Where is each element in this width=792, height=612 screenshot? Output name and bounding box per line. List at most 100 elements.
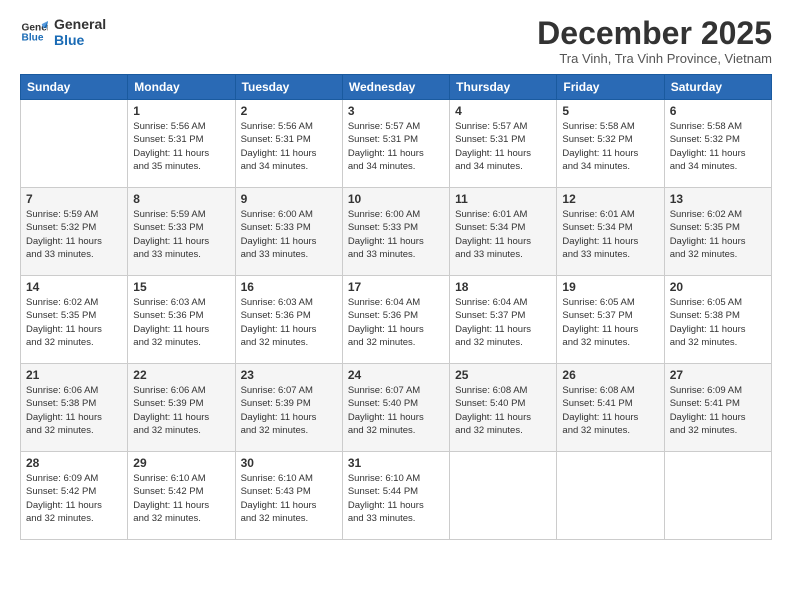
- day-number: 13: [670, 192, 766, 206]
- calendar-cell: [450, 452, 557, 540]
- day-info: Sunrise: 5:58 AM Sunset: 5:32 PM Dayligh…: [562, 120, 658, 173]
- day-number: 30: [241, 456, 337, 470]
- calendar-cell: 29Sunrise: 6:10 AM Sunset: 5:42 PM Dayli…: [128, 452, 235, 540]
- day-number: 1: [133, 104, 229, 118]
- calendar-cell: 1 Sunrise: 5:56 AM Sunset: 5:31 PM Daylig…: [128, 100, 235, 188]
- calendar-cell: [557, 452, 664, 540]
- day-number: 17: [348, 280, 444, 294]
- calendar-cell: 8Sunrise: 5:59 AM Sunset: 5:33 PM Daylig…: [128, 188, 235, 276]
- calendar-cell: 21 Sunrise: 6:06 AM Sunset: 5:38 PM Dayli…: [21, 364, 128, 452]
- day-info: Sunrise: 6:00 AM Sunset: 5:33 PM Dayligh…: [241, 208, 337, 261]
- week-row-3: 21 Sunrise: 6:06 AM Sunset: 5:38 PM Dayli…: [21, 364, 772, 452]
- week-row-4: 28Sunrise: 6:09 AM Sunset: 5:42 PM Dayli…: [21, 452, 772, 540]
- day-info: Sunrise: 6:09 AM Sunset: 5:41 PM Dayligh…: [670, 384, 766, 437]
- day-info: Sunrise: 6:03 AM Sunset: 5:36 PM Dayligh…: [241, 296, 337, 349]
- day-info: Sunrise: 5:59 AM Sunset: 5:33 PM Dayligh…: [133, 208, 229, 261]
- day-info: Sunrise: 5:59 AM Sunset: 5:32 PM Dayligh…: [26, 208, 122, 261]
- day-info: Sunrise: 6:06 AM Sunset: 5:38 PM Dayligh…: [26, 384, 122, 437]
- day-info: Sunrise: 6:07 AM Sunset: 5:39 PM Dayligh…: [241, 384, 337, 437]
- day-info: Sunrise: 6:06 AM Sunset: 5:39 PM Dayligh…: [133, 384, 229, 437]
- col-header-saturday: Saturday: [664, 75, 771, 100]
- week-row-1: 7 Sunrise: 5:59 AM Sunset: 5:32 PM Daylig…: [21, 188, 772, 276]
- day-info: Sunrise: 6:05 AM Sunset: 5:37 PM Dayligh…: [562, 296, 658, 349]
- day-number: 26: [562, 368, 658, 382]
- calendar-cell: 22 Sunrise: 6:06 AM Sunset: 5:39 PM Dayli…: [128, 364, 235, 452]
- day-info: Sunrise: 6:04 AM Sunset: 5:37 PM Dayligh…: [455, 296, 551, 349]
- day-info: Sunrise: 6:10 AM Sunset: 5:43 PM Dayligh…: [241, 472, 337, 525]
- page: General Blue General Blue December 2025 …: [0, 0, 792, 612]
- day-info: Sunrise: 6:08 AM Sunset: 5:40 PM Dayligh…: [455, 384, 551, 437]
- calendar-cell: 12Sunrise: 6:01 AM Sunset: 5:34 PM Dayli…: [557, 188, 664, 276]
- day-info: Sunrise: 6:05 AM Sunset: 5:38 PM Dayligh…: [670, 296, 766, 349]
- day-info: Sunrise: 6:01 AM Sunset: 5:34 PM Dayligh…: [562, 208, 658, 261]
- day-info: Sunrise: 6:08 AM Sunset: 5:41 PM Dayligh…: [562, 384, 658, 437]
- day-number: 27: [670, 368, 766, 382]
- day-number: 23: [241, 368, 337, 382]
- col-header-friday: Friday: [557, 75, 664, 100]
- day-info: Sunrise: 6:02 AM Sunset: 5:35 PM Dayligh…: [670, 208, 766, 261]
- day-number: 21: [26, 368, 122, 382]
- header-row: SundayMondayTuesdayWednesdayThursdayFrid…: [21, 75, 772, 100]
- day-number: 7: [26, 192, 122, 206]
- col-header-thursday: Thursday: [450, 75, 557, 100]
- day-number: 19: [562, 280, 658, 294]
- day-number: 5: [562, 104, 658, 118]
- day-number: 6: [670, 104, 766, 118]
- calendar-cell: 16 Sunrise: 6:03 AM Sunset: 5:36 PM Dayli…: [235, 276, 342, 364]
- col-header-tuesday: Tuesday: [235, 75, 342, 100]
- logo: General Blue General Blue: [20, 16, 106, 48]
- calendar-cell: 5 Sunrise: 5:58 AM Sunset: 5:32 PM Daylig…: [557, 100, 664, 188]
- day-number: 16: [241, 280, 337, 294]
- calendar-cell: 15 Sunrise: 6:03 AM Sunset: 5:36 PM Dayli…: [128, 276, 235, 364]
- calendar-cell: 24 Sunrise: 6:07 AM Sunset: 5:40 PM Dayli…: [342, 364, 449, 452]
- day-number: 14: [26, 280, 122, 294]
- calendar-cell: 17 Sunrise: 6:04 AM Sunset: 5:36 PM Dayli…: [342, 276, 449, 364]
- day-info: Sunrise: 6:00 AM Sunset: 5:33 PM Dayligh…: [348, 208, 444, 261]
- day-number: 15: [133, 280, 229, 294]
- calendar-cell: 28Sunrise: 6:09 AM Sunset: 5:42 PM Dayli…: [21, 452, 128, 540]
- col-header-sunday: Sunday: [21, 75, 128, 100]
- day-info: Sunrise: 6:07 AM Sunset: 5:40 PM Dayligh…: [348, 384, 444, 437]
- day-number: 3: [348, 104, 444, 118]
- day-number: 10: [348, 192, 444, 206]
- day-info: Sunrise: 6:10 AM Sunset: 5:42 PM Dayligh…: [133, 472, 229, 525]
- day-number: 31: [348, 456, 444, 470]
- calendar-cell: 25 Sunrise: 6:08 AM Sunset: 5:40 PM Dayli…: [450, 364, 557, 452]
- calendar-cell: [664, 452, 771, 540]
- day-info: Sunrise: 5:57 AM Sunset: 5:31 PM Dayligh…: [455, 120, 551, 173]
- day-number: 24: [348, 368, 444, 382]
- calendar-cell: 13 Sunrise: 6:02 AM Sunset: 5:35 PM Dayli…: [664, 188, 771, 276]
- calendar-cell: 10 Sunrise: 6:00 AM Sunset: 5:33 PM Dayli…: [342, 188, 449, 276]
- day-number: 20: [670, 280, 766, 294]
- day-number: 25: [455, 368, 551, 382]
- day-number: 9: [241, 192, 337, 206]
- day-number: 22: [133, 368, 229, 382]
- month-title: December 2025: [537, 16, 772, 51]
- title-section: December 2025 Tra Vinh, Tra Vinh Provinc…: [537, 16, 772, 66]
- day-info: Sunrise: 6:01 AM Sunset: 5:34 PM Dayligh…: [455, 208, 551, 261]
- col-header-wednesday: Wednesday: [342, 75, 449, 100]
- day-info: Sunrise: 6:04 AM Sunset: 5:36 PM Dayligh…: [348, 296, 444, 349]
- calendar-cell: 4 Sunrise: 5:57 AM Sunset: 5:31 PM Daylig…: [450, 100, 557, 188]
- calendar-cell: 27 Sunrise: 6:09 AM Sunset: 5:41 PM Dayli…: [664, 364, 771, 452]
- calendar-cell: 18Sunrise: 6:04 AM Sunset: 5:37 PM Dayli…: [450, 276, 557, 364]
- day-number: 2: [241, 104, 337, 118]
- svg-text:Blue: Blue: [22, 33, 44, 44]
- calendar-cell: 20 Sunrise: 6:05 AM Sunset: 5:38 PM Dayli…: [664, 276, 771, 364]
- day-info: Sunrise: 5:56 AM Sunset: 5:31 PM Dayligh…: [241, 120, 337, 173]
- day-info: Sunrise: 6:03 AM Sunset: 5:36 PM Dayligh…: [133, 296, 229, 349]
- calendar-cell: 26 Sunrise: 6:08 AM Sunset: 5:41 PM Dayli…: [557, 364, 664, 452]
- header: General Blue General Blue December 2025 …: [20, 16, 772, 66]
- logo-icon: General Blue: [20, 18, 48, 46]
- calendar-table: SundayMondayTuesdayWednesdayThursdayFrid…: [20, 74, 772, 540]
- day-number: 28: [26, 456, 122, 470]
- calendar-cell: 31 Sunrise: 6:10 AM Sunset: 5:44 PM Dayli…: [342, 452, 449, 540]
- day-number: 11: [455, 192, 551, 206]
- week-row-2: 14Sunrise: 6:02 AM Sunset: 5:35 PM Dayli…: [21, 276, 772, 364]
- day-info: Sunrise: 5:56 AM Sunset: 5:31 PM Dayligh…: [133, 120, 229, 173]
- day-info: Sunrise: 6:10 AM Sunset: 5:44 PM Dayligh…: [348, 472, 444, 525]
- calendar-cell: 9 Sunrise: 6:00 AM Sunset: 5:33 PM Daylig…: [235, 188, 342, 276]
- col-header-monday: Monday: [128, 75, 235, 100]
- day-number: 4: [455, 104, 551, 118]
- logo-line1: General: [54, 16, 106, 32]
